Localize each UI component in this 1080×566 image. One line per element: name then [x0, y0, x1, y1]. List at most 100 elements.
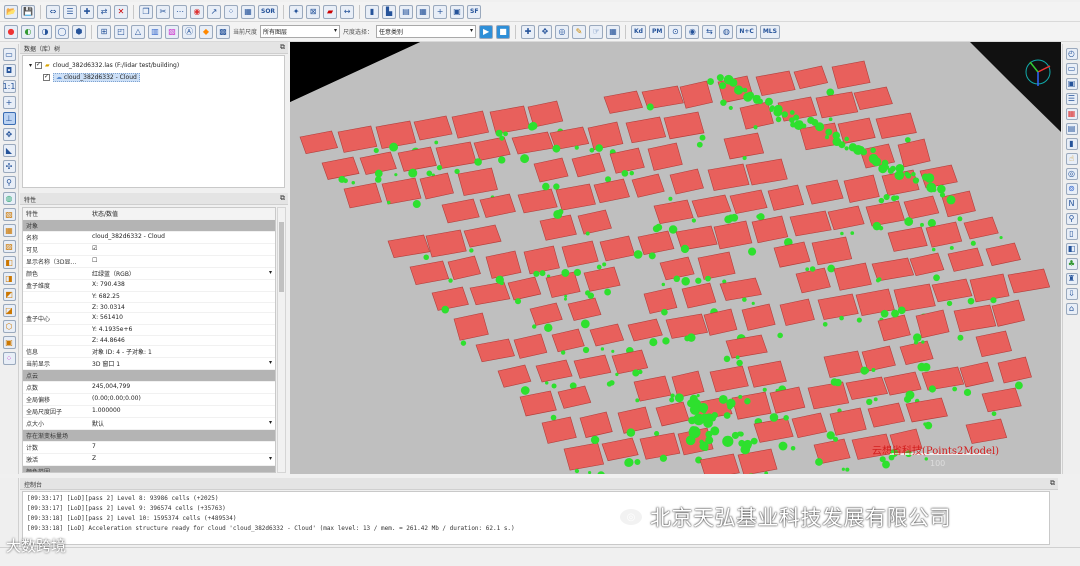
stats-icon[interactable]: ▙ — [382, 4, 397, 19]
tower-icon[interactable]: ♜ — [1065, 273, 1078, 285]
db-tree[interactable]: ▾ ✓ ▰ cloud_382d6332.las (F:/lidar test/… — [22, 55, 285, 188]
property-row[interactable]: Y: 4.1935e+6 — [23, 325, 275, 336]
layers-icon[interactable]: ◰ — [114, 24, 128, 39]
3d-view[interactable]: 云想省科技(Points2Model) 100 — [290, 42, 1061, 474]
pivot-icon[interactable]: ⊥ — [2, 112, 16, 125]
property-row[interactable]: 点数 245,004,799 — [23, 382, 275, 394]
view-icon[interactable]: ◉ — [685, 24, 700, 39]
sphere-icon[interactable]: ◯ — [55, 24, 69, 39]
colors-icon[interactable]: ◉ — [190, 4, 204, 19]
bars-icon[interactable]: ▥ — [148, 24, 162, 39]
color-dots-icon[interactable]: ⁘ — [2, 352, 16, 365]
float-icon[interactable]: ⧉ — [280, 194, 285, 203]
label-icon[interactable]: ▤ — [1065, 123, 1078, 135]
triangle-icon[interactable]: △ — [131, 24, 145, 39]
property-row[interactable]: 盒子中心 X: 561410 — [23, 313, 275, 325]
grid-icon[interactable]: ▦ — [416, 4, 431, 19]
list-icon[interactable]: ☰ — [1065, 93, 1078, 105]
stop-icon[interactable]: ■ — [496, 24, 511, 39]
rotate-icon[interactable]: ✥ — [538, 24, 553, 39]
export-icon[interactable]: ⇩ — [1065, 288, 1078, 300]
bottom-view-icon[interactable]: ◩ — [2, 288, 16, 301]
left-view-icon[interactable]: ◧ — [2, 256, 16, 269]
segment-icon[interactable]: ✂ — [156, 4, 170, 19]
property-row[interactable]: 显示名称（3D显… ☐ — [23, 256, 275, 268]
search-icon[interactable]: ⚲ — [1065, 213, 1078, 225]
back-view-icon[interactable]: ▨ — [2, 240, 16, 253]
scalar-field-icon[interactable]: ◐ — [21, 24, 35, 39]
class-select[interactable]: 任意类别 ▾ — [376, 25, 477, 38]
top-view-icon[interactable]: ▦ — [2, 224, 16, 237]
align-icon[interactable]: ⇆ — [702, 24, 717, 39]
plugin-icon[interactable]: ▣ — [450, 4, 465, 19]
globe-icon[interactable]: ◍ — [719, 24, 734, 39]
profile-icon[interactable]: ◧ — [1065, 243, 1078, 255]
scrollbar-thumb[interactable] — [279, 222, 284, 292]
brush-icon[interactable]: ✎ — [572, 24, 587, 39]
grid-view-icon[interactable]: ▦ — [606, 24, 621, 39]
contour-icon[interactable]: ⊚ — [1065, 183, 1078, 195]
sphere-view-icon[interactable]: ◍ — [2, 192, 16, 205]
iso-back-view-icon[interactable]: ⬡ — [2, 320, 16, 333]
measure-icon[interactable]: ◴ — [1065, 48, 1078, 60]
rgb-icon[interactable]: ● — [4, 24, 18, 39]
apply-icon[interactable]: ▶ — [479, 24, 494, 39]
tree-item-file[interactable]: ▾ ✓ ▰ cloud_382d6332.las (F:/lidar test/… — [29, 59, 278, 71]
point-cloud-render[interactable] — [290, 42, 1061, 474]
bar-icon[interactable]: ▮ — [1065, 138, 1078, 150]
property-value[interactable]: 3D 窗口 1 ▾ — [89, 358, 275, 369]
property-row[interactable]: 颜色 红绿蓝（RGB） ▾ — [23, 268, 275, 280]
property-row[interactable]: Z: 44.8646 — [23, 336, 275, 346]
kd-button[interactable]: Kd — [631, 24, 646, 39]
classify-icon[interactable]: ⊞ — [97, 24, 111, 39]
float-icon[interactable]: ⧉ — [1050, 479, 1055, 488]
perspective-icon[interactable]: ◣ — [2, 144, 16, 157]
property-value[interactable]: 默认 ▾ — [89, 418, 275, 429]
property-row[interactable]: 特性 状态/数值 — [23, 208, 275, 220]
zoom-fit-icon[interactable]: 1:1 — [2, 80, 16, 93]
distance-icon[interactable]: ↔ — [340, 4, 355, 19]
layer-select[interactable]: 所有图层 ▾ — [260, 25, 341, 38]
mesh-icon[interactable]: ▩ — [216, 24, 230, 39]
nc-button[interactable]: N+C — [736, 24, 757, 39]
rgb-grid-icon[interactable]: ▦ — [1065, 108, 1078, 120]
clone-icon[interactable]: ❐ — [139, 4, 153, 19]
box-icon[interactable]: ▣ — [2, 336, 16, 349]
sf-button[interactable]: SF — [467, 4, 482, 19]
cloud-checkbox[interactable]: ✓ — [43, 73, 50, 81]
tree-item-cloud-selected[interactable]: ☁ cloud_382d6332 - Cloud — [53, 72, 140, 82]
property-row[interactable]: 全局偏移 (0.00;0.00;0.00) — [23, 394, 275, 406]
mls-button[interactable]: MLS — [759, 24, 780, 39]
open-icon[interactable]: 📂 — [4, 4, 18, 19]
hand-tool-icon[interactable]: ☝ — [1065, 153, 1078, 165]
camera-icon[interactable]: ◘ — [2, 64, 16, 77]
subsample-icon[interactable]: ⁘ — [224, 4, 238, 19]
property-row[interactable]: 当前显示 3D 窗口 1 ▾ — [23, 358, 275, 370]
north-icon[interactable]: N — [1065, 198, 1078, 210]
property-row[interactable]: 盒子维度 X: 790.438 — [23, 280, 275, 292]
grid-mesh-icon[interactable]: ▦ — [241, 4, 255, 19]
property-row[interactable]: 名称 cloud_382d6332 - Cloud — [23, 232, 275, 244]
sphere-target-icon[interactable]: ◎ — [555, 24, 570, 39]
front-view-icon[interactable]: ▧ — [2, 208, 16, 221]
properties-icon[interactable]: ☰ — [63, 4, 77, 19]
palette-icon[interactable]: ▧ — [165, 24, 179, 39]
delete-icon[interactable]: ✕ — [114, 4, 128, 19]
property-row[interactable]: 全局尺度因子 1.000000 — [23, 406, 275, 418]
compare-icon[interactable]: ▰ — [323, 4, 338, 19]
property-row[interactable]: 计数 7 — [23, 442, 275, 454]
property-row[interactable]: 可见 ☑ — [23, 244, 275, 256]
translate-icon[interactable]: ✥ — [2, 128, 16, 141]
hand-icon[interactable]: ☞ — [589, 24, 604, 39]
cross-section-icon[interactable]: ⊠ — [306, 4, 321, 19]
shade-icon[interactable]: ◑ — [38, 24, 52, 39]
property-row[interactable]: 点大小 默认 ▾ — [23, 418, 275, 430]
merge-icon[interactable]: ⇄ — [97, 4, 111, 19]
properties-scrollbar[interactable] — [277, 207, 286, 473]
filter-icon[interactable]: ▤ — [399, 4, 414, 19]
tree-icon[interactable]: ♣ — [1065, 258, 1078, 270]
file-checkbox[interactable]: ✓ — [35, 61, 43, 69]
property-row[interactable]: 信息 对象 ID: 4 - 子对象: 1 — [23, 346, 275, 358]
save-icon[interactable]: 💾 — [21, 4, 35, 19]
house-icon[interactable]: ⌂ — [1065, 303, 1078, 315]
